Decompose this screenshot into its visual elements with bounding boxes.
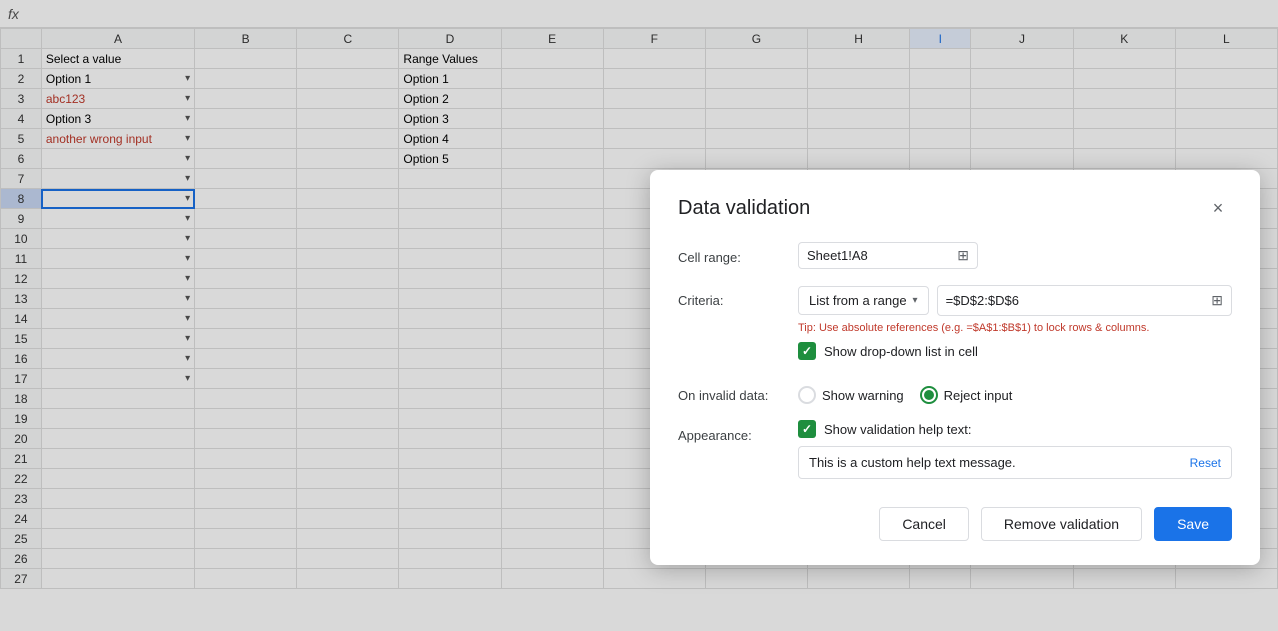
grid-select-icon[interactable]: ⊞	[957, 247, 969, 264]
cancel-button[interactable]: Cancel	[879, 507, 969, 541]
appearance-content: Show validation help text: This is a cus…	[798, 420, 1232, 479]
cell-range-row: Cell range: Sheet1!A8 ⊞	[678, 242, 1232, 269]
appearance-label: Appearance:	[678, 420, 798, 443]
help-text-value: This is a custom help text message.	[809, 455, 1190, 470]
cell-range-content: Sheet1!A8 ⊞	[798, 242, 1232, 269]
data-validation-dialog: Data validation × Cell range: Sheet1!A8 …	[650, 170, 1260, 565]
dialog-title: Data validation	[678, 197, 810, 220]
reject-input-radio-dot	[924, 390, 934, 400]
show-help-text-row: Show validation help text:	[798, 420, 1232, 438]
spreadsheet: fx A B C D E F G H I J K L	[0, 0, 1278, 631]
show-help-text-label: Show validation help text:	[824, 422, 971, 437]
show-dropdown-label: Show drop-down list in cell	[824, 344, 978, 359]
close-button[interactable]: ×	[1204, 194, 1232, 222]
save-button[interactable]: Save	[1154, 507, 1232, 541]
criteria-type-label: List from a range	[809, 293, 907, 308]
show-dropdown-checkbox[interactable]	[798, 342, 816, 360]
show-warning-label: Show warning	[822, 388, 904, 403]
cell-range-value: Sheet1!A8	[807, 248, 957, 263]
invalid-data-row: On invalid data: Show warning Reject inp…	[678, 380, 1232, 404]
remove-validation-button[interactable]: Remove validation	[981, 507, 1142, 541]
appearance-row: Appearance: Show validation help text: T…	[678, 420, 1232, 479]
tip-text: Tip: Use absolute references (e.g. =$A$1…	[798, 322, 1232, 334]
cell-range-input[interactable]: Sheet1!A8 ⊞	[798, 242, 978, 269]
help-text-input[interactable]: This is a custom help text message. Rese…	[798, 446, 1232, 479]
show-warning-radio[interactable]	[798, 386, 816, 404]
invalid-data-content: Show warning Reject input	[798, 380, 1232, 404]
reject-input-label: Reject input	[944, 388, 1013, 403]
dialog-footer: Cancel Remove validation Save	[678, 507, 1232, 541]
reject-input-radio[interactable]	[920, 386, 938, 404]
invalid-data-label: On invalid data:	[678, 380, 798, 403]
criteria-controls: List from a range ▾ =$D$2:$D$6 ⊞	[798, 285, 1232, 316]
show-warning-option[interactable]: Show warning	[798, 386, 904, 404]
reset-link[interactable]: Reset	[1190, 456, 1221, 470]
criteria-range-input[interactable]: =$D$2:$D$6 ⊞	[937, 285, 1232, 316]
criteria-row: Criteria: List from a range ▾ =$D$2:$D$6…	[678, 285, 1232, 364]
show-dropdown-row: Show drop-down list in cell	[798, 342, 1232, 360]
cell-range-label: Cell range:	[678, 242, 798, 265]
range-grid-icon[interactable]: ⊞	[1211, 292, 1223, 309]
dropdown-arrow-icon: ▾	[913, 295, 918, 306]
criteria-label: Criteria:	[678, 285, 798, 308]
show-help-text-checkbox[interactable]	[798, 420, 816, 438]
criteria-range-value: =$D$2:$D$6	[946, 293, 1212, 308]
invalid-data-radio-group: Show warning Reject input	[798, 380, 1232, 404]
dialog-header: Data validation ×	[678, 194, 1232, 222]
reject-input-option[interactable]: Reject input	[920, 386, 1013, 404]
criteria-type-dropdown[interactable]: List from a range ▾	[798, 286, 929, 315]
criteria-content: List from a range ▾ =$D$2:$D$6 ⊞ Tip: Us…	[798, 285, 1232, 364]
